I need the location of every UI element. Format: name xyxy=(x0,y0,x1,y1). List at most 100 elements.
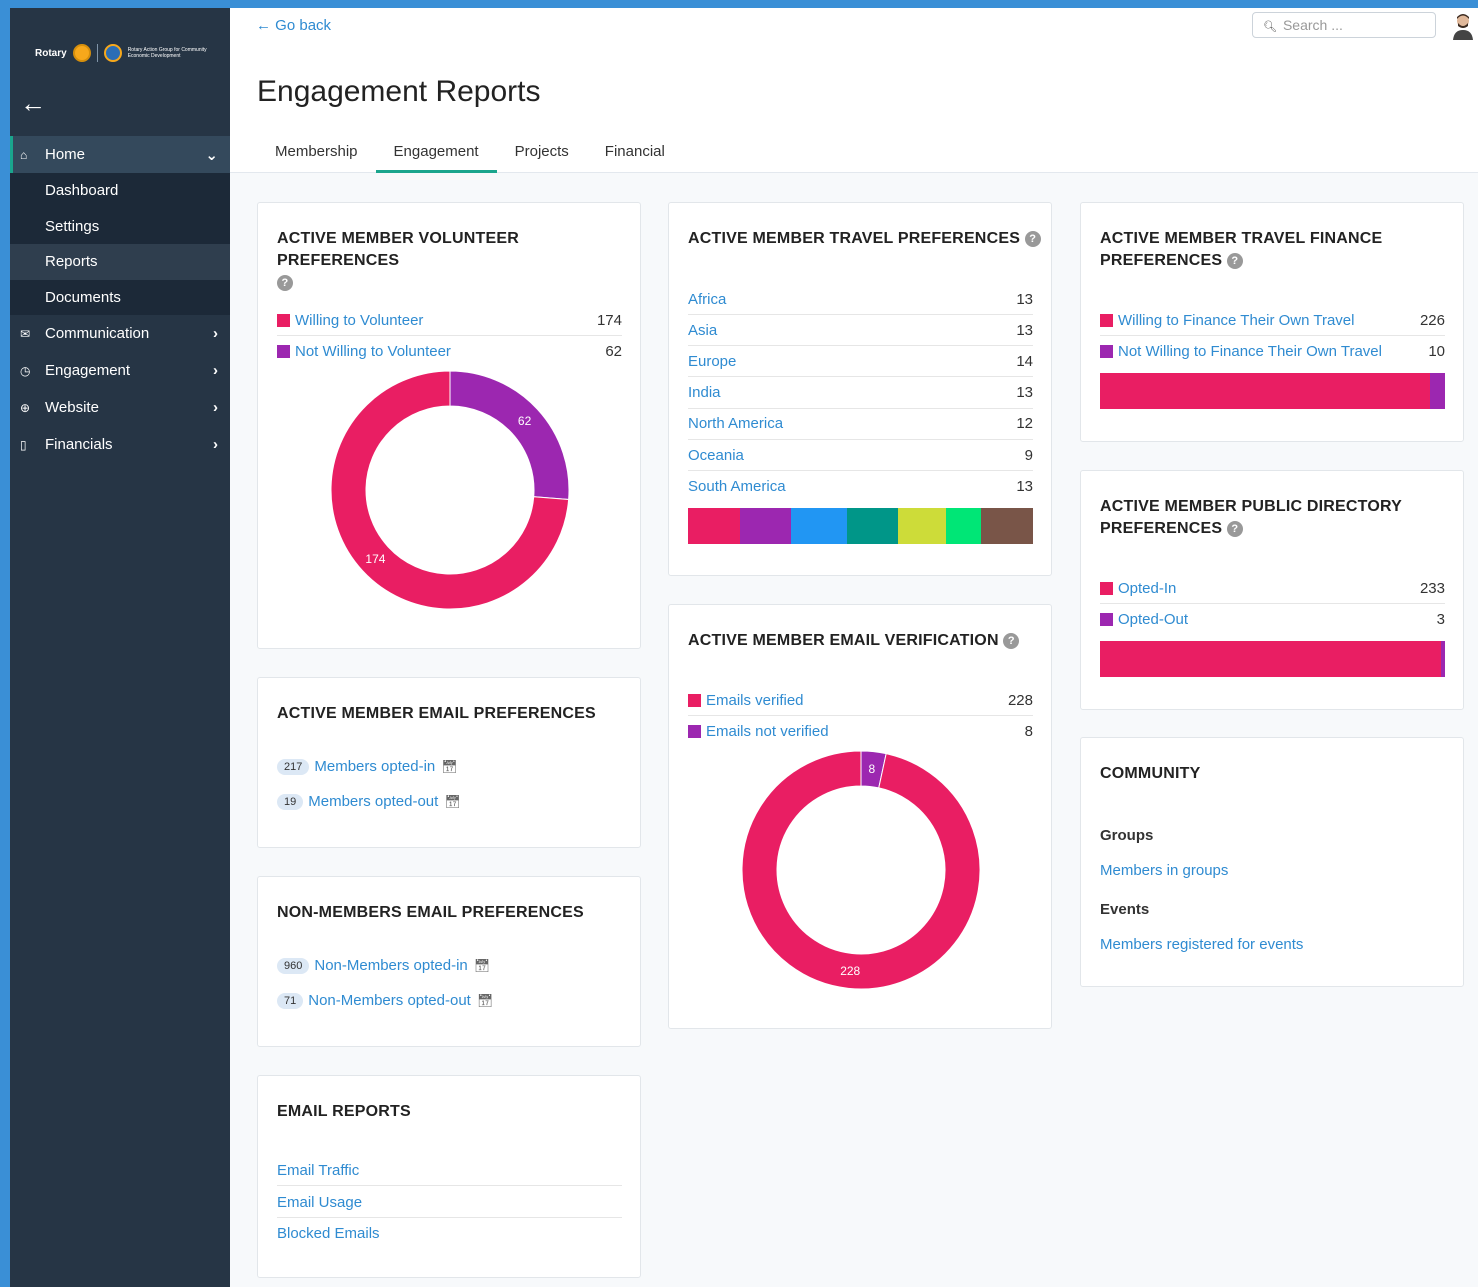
legend-swatch xyxy=(1100,581,1113,595)
bar-segment[interactable] xyxy=(1100,373,1431,409)
user-avatar[interactable] xyxy=(1452,12,1474,40)
community-card: COMMUNITY Groups Members in groups Event… xyxy=(1080,737,1464,987)
sidebar-item-engagement[interactable]: ◷ Engagement › xyxy=(10,352,230,389)
calendar-icon[interactable]: 📅︎ xyxy=(474,958,491,974)
sidebar-item-home[interactable]: ⌂ Home ⌄ xyxy=(10,136,230,173)
sidebar-item-label: Engagement xyxy=(45,362,131,379)
members-in-groups-link[interactable]: Members in groups xyxy=(1100,862,1228,879)
email-verification-donut-chart: 8 228 xyxy=(741,750,981,990)
travel-region-link[interactable]: India xyxy=(688,384,721,401)
legend-link[interactable]: Emails verified xyxy=(706,692,804,709)
bar-segment[interactable] xyxy=(846,508,899,544)
bar-segment[interactable] xyxy=(945,508,982,544)
donut-slice[interactable] xyxy=(741,750,981,990)
calendar-icon[interactable]: 📅︎ xyxy=(477,993,494,1009)
legend-link[interactable]: Not Willing to Volunteer xyxy=(295,343,451,360)
legend-swatch xyxy=(277,313,290,327)
nonmembers-opted-out-link[interactable]: Non-Members opted-out xyxy=(308,992,471,1009)
help-icon[interactable]: ? xyxy=(1226,252,1243,269)
legend-link[interactable]: Opted-Out xyxy=(1118,611,1188,628)
back-arrow-icon[interactable]: ← xyxy=(20,88,46,119)
members-registered-events-link[interactable]: Members registered for events xyxy=(1100,936,1303,953)
card-title: COMMUNITY xyxy=(1100,765,1201,782)
legend-row: Opted-In 233 xyxy=(1100,573,1445,604)
opted-out-row[interactable]: 71 Non-Members opted-out 📅︎ xyxy=(277,992,493,1009)
help-icon[interactable]: ? xyxy=(277,274,293,291)
tab-projects[interactable]: Projects xyxy=(497,143,587,173)
page-title: Engagement Reports xyxy=(257,75,541,108)
go-back-label: Go back xyxy=(275,17,332,34)
bar-segment[interactable] xyxy=(1430,373,1445,409)
go-back-link[interactable]: ← Go back xyxy=(256,17,331,34)
travel-finance-card: ACTIVE MEMBER TRAVEL FINANCE PREFERENCES … xyxy=(1080,202,1464,442)
logo[interactable]: Rotary Rotary Action Group for Community… xyxy=(10,8,230,70)
envelope-icon: ✉ xyxy=(20,326,31,341)
logo-subtitle: Rotary Action Group for Community Econom… xyxy=(127,47,207,59)
email-usage-link[interactable]: Email Usage xyxy=(277,1194,362,1211)
sidebar-item-settings[interactable]: Settings xyxy=(10,209,230,245)
blocked-emails-link[interactable]: Blocked Emails xyxy=(277,1225,380,1242)
help-icon[interactable]: ? xyxy=(1003,632,1020,649)
bar-segment[interactable] xyxy=(1440,641,1445,677)
legend-link[interactable]: Emails not verified xyxy=(706,723,829,740)
help-icon[interactable]: ? xyxy=(1226,520,1243,537)
bar-segment[interactable] xyxy=(1100,641,1441,677)
members-opted-out-link[interactable]: Members opted-out xyxy=(308,793,438,810)
legend-link[interactable]: Willing to Finance Their Own Travel xyxy=(1118,312,1354,329)
travel-region-value: 13 xyxy=(1016,478,1033,496)
opted-in-row[interactable]: 217 Members opted-in 📅︎ xyxy=(277,758,458,775)
legend-swatch xyxy=(1100,613,1113,626)
travel-region-link[interactable]: Asia xyxy=(688,322,717,339)
sidebar-item-communication[interactable]: ✉ Communication › xyxy=(10,315,230,352)
donut-label: 228 xyxy=(840,964,860,978)
calendar-icon[interactable]: 📅︎ xyxy=(441,759,458,775)
donut-slice[interactable] xyxy=(449,370,570,501)
email-report-row: Email Traffic xyxy=(277,1155,622,1186)
bar-segment[interactable] xyxy=(898,508,946,544)
sidebar-item-reports[interactable]: Reports xyxy=(10,244,230,280)
logo-divider xyxy=(96,44,98,62)
travel-region-link[interactable]: Africa xyxy=(688,291,726,308)
help-icon[interactable]: ? xyxy=(1024,230,1041,247)
sidebar-item-documents[interactable]: Documents xyxy=(10,280,230,316)
legend-value: 174 xyxy=(596,311,622,329)
calendar-icon[interactable]: 📅︎ xyxy=(444,794,461,810)
search-input[interactable]: 🔍︎ Search ... xyxy=(1252,12,1436,38)
travel-region-link[interactable]: South America xyxy=(688,478,786,495)
tab-financial[interactable]: Financial xyxy=(587,143,683,173)
rotary-wheel-icon xyxy=(72,44,91,62)
members-opted-in-link[interactable]: Members opted-in xyxy=(314,758,435,775)
email-traffic-link[interactable]: Email Traffic xyxy=(277,1162,359,1179)
groups-heading: Groups xyxy=(1100,827,1154,844)
public-directory-card: ACTIVE MEMBER PUBLIC DIRECTORY PREFERENCE… xyxy=(1080,470,1464,710)
travel-region-link[interactable]: Oceania xyxy=(688,447,744,464)
bar-segment[interactable] xyxy=(981,508,1033,544)
nonmembers-opted-in-link[interactable]: Non-Members opted-in xyxy=(314,957,467,974)
directory-stacked-bar xyxy=(1100,641,1445,677)
sidebar-item-financials[interactable]: ▯ Financials › xyxy=(10,426,230,463)
nonmember-prefs-card: NON-MEMBERS EMAIL PREFERENCES 960 Non-Me… xyxy=(257,876,641,1047)
bar-segment[interactable] xyxy=(688,508,740,544)
travel-region-link[interactable]: Europe xyxy=(688,353,736,370)
legend-link[interactable]: Not Willing to Finance Their Own Travel xyxy=(1118,343,1382,360)
opted-out-row[interactable]: 19 Members opted-out 📅︎ xyxy=(277,793,461,810)
travel-region-link[interactable]: North America xyxy=(688,415,783,432)
sidebar-item-website[interactable]: ⊕ Website › xyxy=(10,389,230,426)
legend-link[interactable]: Opted-In xyxy=(1118,580,1176,597)
bar-segment[interactable] xyxy=(739,508,792,544)
legend-swatch xyxy=(688,693,701,707)
travel-row: North America 12 xyxy=(688,409,1033,440)
opted-in-row[interactable]: 960 Non-Members opted-in 📅︎ xyxy=(277,957,490,974)
card-title-text: PREFERENCES xyxy=(1100,520,1223,537)
logo-text: Rotary xyxy=(35,47,67,59)
legend-link[interactable]: Willing to Volunteer xyxy=(295,312,423,329)
tab-engagement[interactable]: Engagement xyxy=(375,143,497,173)
tab-membership[interactable]: Membership xyxy=(257,143,376,173)
sidebar-item-dashboard[interactable]: Dashboard xyxy=(10,173,230,209)
sidebar: Rotary Rotary Action Group for Community… xyxy=(10,8,230,1287)
bar-segment[interactable] xyxy=(791,508,847,544)
email-reports-card: EMAIL REPORTS Email Traffic Email Usage … xyxy=(257,1075,641,1278)
travel-card: ACTIVE MEMBER TRAVEL PREFERENCES ? Afric… xyxy=(668,202,1052,576)
events-heading: Events xyxy=(1100,901,1150,918)
sidebar-item-label: Home xyxy=(45,146,86,163)
